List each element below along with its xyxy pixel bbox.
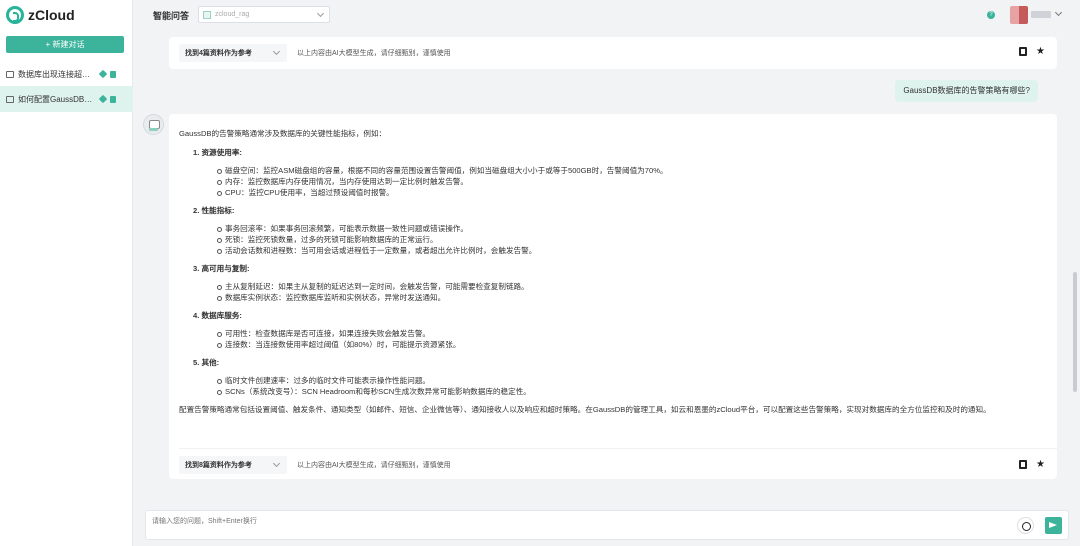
list-item: 内存：监控数据库内存使用情况，当内存使用达到一定比例时触发告警。: [217, 176, 1047, 187]
references-dropdown[interactable]: 找到8篇资料作为参考: [179, 456, 287, 474]
star-icon[interactable]: ★: [1036, 460, 1045, 470]
list-item: 临时文件创建速率：过多的临时文件可能表示操作性能问题。: [217, 375, 1047, 386]
answer-footer: 找到8篇资料作为参考 以上内容由AI大模型生成，请仔细甄别，谨慎使用 ★: [179, 448, 1057, 474]
conversation-item-active[interactable]: 如何配置GaussDB数据库告警策略: [0, 86, 133, 112]
conversation-title: 数据库出现连接超时怎么办: [18, 69, 94, 79]
page-title: 智能问答: [153, 11, 190, 21]
section-title: 1. 资源使用率:: [193, 148, 242, 157]
copy-icon[interactable]: [1019, 460, 1028, 469]
list-item: 磁盘空间：监控ASM磁盘组的容量，根据不同的容量范围设置告警阈值，例如当磁盘组大…: [217, 165, 1047, 176]
references-dropdown[interactable]: 找到4篇资料作为参考: [179, 44, 287, 62]
web-search-icon[interactable]: [1017, 517, 1034, 534]
sidebar: zCloud + 新建对话 数据库出现连接超时怎么办 如何配置GaussDB数据…: [0, 0, 133, 546]
chat-icon: [6, 95, 14, 103]
section-title: 4. 数据库服务:: [193, 311, 242, 320]
section-title: 3. 高可用与复制:: [193, 264, 250, 273]
list-item: 活动会话数和进程数：当可用会话或进程低于一定数量，或者超出允许比例时，会触发告警…: [217, 245, 1047, 256]
zcloud-logo-icon: [6, 6, 24, 24]
previous-answer-footer: 找到4篇资料作为参考 以上内容由AI大模型生成，请仔细甄别，谨慎使用 ★: [169, 37, 1057, 69]
chevron-down-icon: [272, 459, 281, 468]
send-button[interactable]: [1045, 517, 1062, 534]
bot-avatar-icon: [143, 114, 164, 135]
new-chat-button[interactable]: + 新建对话: [6, 36, 124, 53]
avatar[interactable]: [1010, 6, 1028, 24]
assistant-answer: GaussDB的告警策略通常涉及数据库的关键性能指标，例如： 1. 资源使用率:…: [169, 114, 1057, 479]
conversation-title: 如何配置GaussDB数据库告警策略: [18, 94, 94, 104]
list-item: 数据库实例状态：监控数据库监听和实例状态，异常时发送通知。: [217, 292, 1047, 303]
chevron-down-icon: [316, 9, 325, 18]
app-name: zCloud: [28, 7, 75, 23]
delete-icon[interactable]: [110, 70, 116, 78]
app-logo[interactable]: zCloud: [6, 6, 75, 24]
ai-disclaimer: 以上内容由AI大模型生成，请仔细甄别，谨慎使用: [297, 50, 451, 57]
top-bar: 智能问答 zcloud_rag ?: [133, 0, 1080, 30]
star-icon[interactable]: ★: [1036, 47, 1045, 57]
help-icon[interactable]: ?: [987, 11, 995, 19]
list-item: SCNs（系统改变号）：SCN Headroom和每秒SCN生成次数异常可能影响…: [217, 386, 1047, 397]
chat-icon: [6, 70, 14, 78]
references-label: 找到8篇资料作为参考: [185, 461, 252, 469]
knowledge-base-select[interactable]: zcloud_rag: [198, 6, 330, 23]
knowledge-base-value: zcloud_rag: [215, 11, 250, 18]
edit-icon[interactable]: [98, 69, 108, 78]
answer-conclusion: 配置告警策略通常包括设置阈值、触发条件、通知类型（如邮件、短信、企业微信等）、通…: [179, 405, 991, 414]
list-item: 可用性：检查数据库是否可连接，如果连接失败会触发告警。: [217, 328, 1047, 339]
references-label: 找到4篇资料作为参考: [185, 50, 252, 57]
copy-icon[interactable]: [1019, 47, 1028, 56]
message-composer: [145, 510, 1069, 540]
chevron-down-icon: [272, 47, 281, 56]
scrollbar[interactable]: [1073, 272, 1077, 392]
answer-intro: GaussDB的告警策略通常涉及数据库的关键性能指标，例如：: [179, 129, 387, 138]
edit-icon[interactable]: [98, 94, 108, 103]
conversation-item[interactable]: 数据库出现连接超时怎么办: [0, 61, 133, 87]
delete-icon[interactable]: [110, 95, 116, 103]
user-name[interactable]: [1031, 11, 1051, 18]
ai-disclaimer: 以上内容由AI大模型生成，请仔细甄别，谨慎使用: [297, 461, 451, 469]
message-input[interactable]: [152, 515, 952, 527]
list-item: 死锁：监控死锁数量，过多的死锁可能影响数据库的正常运行。: [217, 234, 1047, 245]
list-item: 事务回滚率：如果事务回滚频繁，可能表示数据一致性问题或错误操作。: [217, 223, 1047, 234]
section-title: 2. 性能指标:: [193, 206, 235, 215]
list-item: 主从复制延迟：如果主从复制的延迟达到一定时间，会触发告警，可能需要检查复制链路。: [217, 281, 1047, 292]
section-title: 5. 其他:: [193, 358, 220, 367]
database-icon: [203, 10, 211, 19]
user-message: GaussDB数据库的告警策略有哪些?: [895, 80, 1038, 102]
list-item: CPU：监控CPU使用率，当超过预设阈值时报警。: [217, 187, 1047, 198]
list-item: 连接数：当连接数使用率超过阈值（如80%）时，可能提示资源紧张。: [217, 339, 1047, 350]
chevron-down-icon[interactable]: [1054, 8, 1063, 17]
